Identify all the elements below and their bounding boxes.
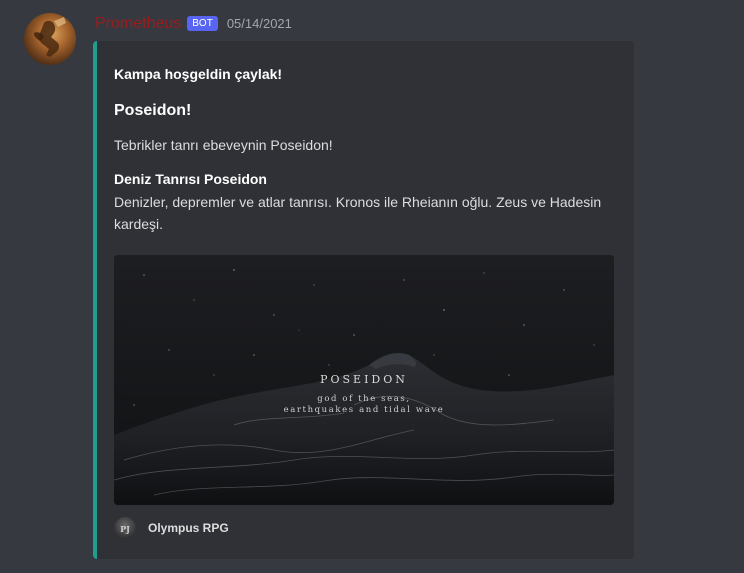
footer-icon-label: PJ <box>120 524 130 534</box>
embed: Kampa hoşgeldin çaylak! Poseidon! Tebrik… <box>93 41 634 559</box>
username[interactable]: Prometheus <box>95 13 181 35</box>
embed-title: Poseidon! <box>114 102 192 119</box>
image-caption-line-1: god of the seas, <box>317 394 410 404</box>
embed-author: Kampa hoşgeldin çaylak! <box>114 66 283 82</box>
message-header: Prometheus BOT 05/14/2021 <box>95 13 292 35</box>
embed-field-name: Deniz Tanrısı Poseidon <box>114 171 267 187</box>
timestamp: 05/14/2021 <box>226 16 292 31</box>
embed-image[interactable]: POSEIDON god of the seas, earthquakes an… <box>114 255 614 505</box>
embed-description: Tebrikler tanrı ebeveynin Poseidon! <box>114 137 333 153</box>
image-caption-line-2: earthquakes and tidal wave <box>284 405 445 415</box>
footer-text: Olympus RPG <box>148 521 229 535</box>
chat-message: Prometheus BOT 05/14/2021 Kampa hoşgeldi… <box>0 0 744 573</box>
embed-accent-bar <box>93 41 97 559</box>
bot-badge: BOT <box>187 15 218 31</box>
avatar-figure-icon <box>34 17 66 57</box>
image-title: POSEIDON <box>320 373 408 386</box>
bot-avatar[interactable] <box>24 13 76 65</box>
embed-field-value: Denizler, depremler ve atlar tanrısı. Kr… <box>114 194 602 232</box>
poseidon-wave-image: POSEIDON god of the seas, earthquakes an… <box>114 255 614 505</box>
embed-footer: PJ Olympus RPG <box>114 516 229 540</box>
footer-icon: PJ <box>114 517 136 539</box>
